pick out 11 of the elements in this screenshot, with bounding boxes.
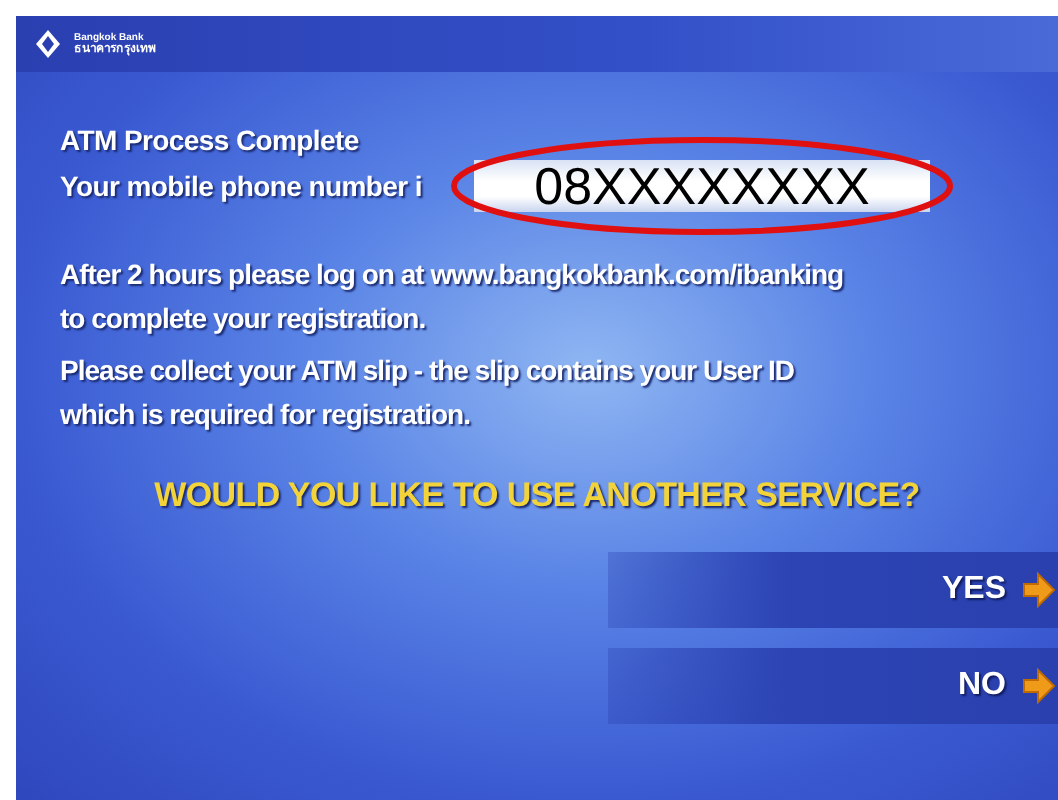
arrow-icon xyxy=(1018,666,1058,706)
instruction-text: After 2 hours please log on at www.bangkokbank.com/ibanking to complete your registration. xyxy=(60,256,846,338)
option-button[interactable]: YES xyxy=(608,552,1058,628)
status-title: ATM Process Complete xyxy=(60,124,361,156)
phone-number-field: 08XXXXXXXX xyxy=(473,160,930,212)
logo-icon xyxy=(32,28,64,60)
instruction-text: Please collect your ATM slip - the slip contains your User ID which is required for registration. xyxy=(60,352,797,434)
option-button[interactable]: NO xyxy=(608,648,1058,724)
question-text: WOULD YOU LIKE TO USE ANOTHER SERVICE? xyxy=(152,476,922,516)
arrow-icon xyxy=(1018,570,1058,610)
phone-label: Your mobile phone number i xyxy=(60,170,422,202)
